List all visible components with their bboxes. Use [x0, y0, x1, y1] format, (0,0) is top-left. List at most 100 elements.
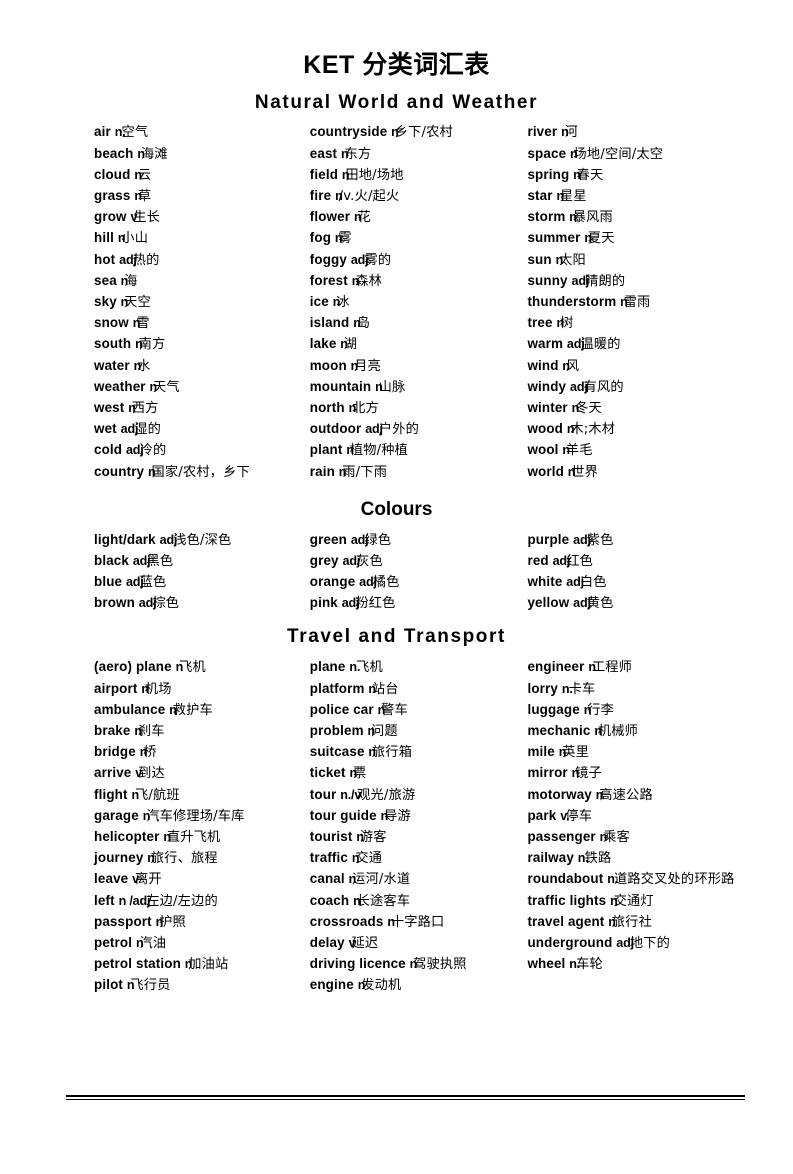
vocab-translation: 地下的 [629, 935, 671, 951]
vocab-entry: green adj绿色 [310, 530, 528, 551]
vocab-entry: water n水 [94, 356, 310, 377]
vocab-term: fire [309, 187, 336, 203]
vocab-translation: 暴风雨 [572, 210, 613, 226]
vocab-translation: 雪 [136, 316, 150, 332]
vocab-entry: left n /adj左边/左边的 [94, 891, 310, 912]
vocab-term: light/dark [94, 531, 160, 547]
vocab-term: passenger [527, 828, 600, 844]
vocab-term: lake [309, 336, 341, 352]
vocab-translation: 问题 [371, 723, 398, 739]
vocab-term: (aero) plane [94, 659, 176, 675]
vocab-entry: summer n夏天 [527, 228, 753, 249]
vocab-entry: passenger n乘客 [527, 827, 753, 848]
vocab-term: world [527, 463, 568, 479]
vocab-translation: 岛 [356, 316, 371, 332]
vocab-entry: problem n问题 [310, 721, 528, 742]
vocab-term: helicopter [94, 828, 164, 844]
vocab-translation: 浅色/深色 [173, 532, 232, 548]
vocab-column-1: (aero) plane n飞机 airport n机场 ambulance n救护… [94, 657, 310, 996]
vocab-translation: 卡车 [568, 681, 596, 697]
vocab-entry: winter n冬天 [527, 398, 753, 419]
vocab-translation: 树 [560, 316, 574, 332]
section-columns-travel-transport: (aero) plane n飞机 airport n机场 ambulance n救护… [0, 657, 793, 996]
vocab-term: police car [309, 701, 378, 717]
vocab-translation: 白色 [579, 575, 607, 591]
vocab-translation: 小山 [121, 231, 149, 247]
vocab-term: problem [309, 722, 368, 738]
vocab-entry: ambulance n救护车 [94, 700, 310, 721]
vocab-translation: 夏天 [587, 231, 615, 247]
vocab-translation: 直升飞机 [166, 829, 221, 845]
vocab-translation: 黄色 [586, 596, 614, 612]
section-heading-colours: Colours [360, 498, 433, 520]
vocab-entry: passport n护照 [94, 912, 310, 933]
vocab-translation: 英里 [562, 745, 589, 761]
vocab-entry: island n岛 [310, 313, 528, 334]
vocab-entry: grey adj灰色 [310, 551, 528, 572]
vocab-entry: wind n风 [527, 356, 753, 377]
vocab-term: pink [309, 595, 342, 611]
vocab-translation: 天空 [124, 294, 151, 310]
vocab-term: red [527, 552, 553, 568]
vocab-translation: 驾驶执照 [413, 957, 467, 973]
vocab-translation: 户外的 [378, 422, 420, 438]
vocab-entry: air n.空气 [94, 122, 310, 143]
vocab-translation: 湿的 [134, 422, 162, 438]
vocab-entry: driving licence n驾驶执照 [310, 954, 528, 975]
vocab-entry: sea n海 [94, 271, 310, 292]
vocab-term: snow [94, 315, 133, 331]
vocab-term: coach [309, 892, 354, 908]
vocab-entry: spring n春天 [527, 165, 753, 186]
vocab-entry: park v.停车 [527, 806, 753, 827]
vocab-term: traffic [309, 850, 352, 866]
vocab-translation: 湖 [343, 337, 358, 353]
vocab-column-3: river n河 space n场地/空间/太空 spring n春天 star n星… [527, 122, 753, 482]
vocab-entry: fire n/v.火/起火 [310, 186, 528, 207]
vocab-term: foggy [309, 251, 351, 267]
vocab-translation: 观光/旅游 [357, 787, 416, 803]
vocab-term: lorry [527, 680, 562, 696]
vocab-entry: pink adj粉红色 [310, 593, 528, 614]
vocab-translation: 植物/种植 [349, 443, 409, 459]
vocab-term: tour [309, 786, 341, 802]
vocab-term: outdoor [309, 421, 366, 437]
vocab-translation: 绿色 [364, 532, 392, 548]
vocab-entry: petrol station n加油站 [94, 954, 310, 975]
vocab-term: west [94, 399, 129, 415]
vocab-column-2: plane n.飞机 platform n站台 police car n警车 prob… [310, 657, 528, 996]
vocab-entry: white adj白色 [527, 572, 753, 593]
vocab-entry: motorway n高速公路 [527, 785, 753, 806]
vocab-translation: 飞行员 [130, 978, 171, 994]
vocab-entry: warm adj温暖的 [527, 334, 753, 355]
vocab-term: delay [309, 934, 349, 950]
vocab-term: grow [94, 209, 131, 225]
vocab-term: plane [309, 659, 350, 675]
vocab-term: black [94, 552, 133, 568]
vocab-entry: tour guide n导游 [310, 806, 528, 827]
vocab-term: grey [309, 552, 343, 568]
vocab-entry: ticket n票 [310, 763, 528, 784]
vocab-entry: coach n长途客车 [310, 891, 528, 912]
vocab-translation: 交通 [355, 851, 383, 867]
vocab-translation: 有风的 [583, 379, 624, 395]
vocab-translation: 延迟 [351, 935, 379, 951]
vocab-term: wood [527, 421, 567, 437]
vocab-entry: mile n英里 [527, 742, 753, 763]
vocab-entry: star n星星 [527, 186, 753, 207]
vocab-translation: 黑色 [146, 553, 174, 569]
vocab-term: yellow [527, 595, 574, 611]
vocab-translation: 护照 [159, 914, 186, 930]
vocab-entry: field n田地/场地 [310, 165, 528, 186]
vocab-entry: light/dark adj浅色/深色 [94, 530, 310, 551]
footer-rule-thin [66, 1099, 745, 1100]
vocab-translation: 道路交叉处的环形路 [614, 872, 735, 888]
vocab-translation: 旅行社 [611, 914, 652, 930]
vocab-entry: blue adj蓝色 [94, 572, 310, 593]
vocab-entry: travel agent n旅行社 [527, 912, 753, 933]
vocab-entry: forest n森林 [310, 271, 528, 292]
vocab-term: spring [527, 166, 574, 182]
vocab-translation: 冰 [336, 294, 350, 310]
vocab-translation: 世界 [571, 464, 599, 480]
vocab-entry: arrive v到达 [94, 763, 310, 784]
vocab-entry: police car n警车 [310, 700, 528, 721]
